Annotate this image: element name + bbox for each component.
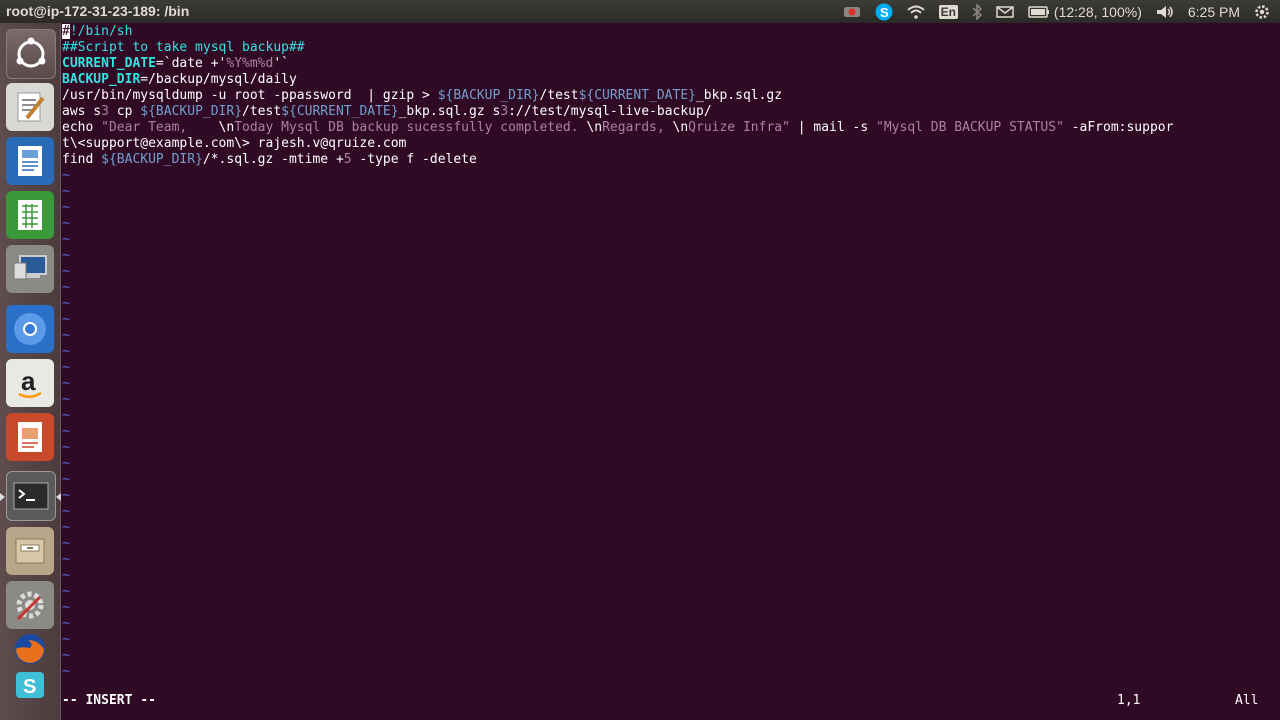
settings-icon[interactable] <box>6 581 54 629</box>
empty-line-marker: ~ <box>62 344 70 359</box>
empty-line-marker: ~ <box>62 296 70 311</box>
empty-line-marker: ~ <box>62 504 70 519</box>
editor-line-7[interactable]: echo "Dear Team, \nToday Mysql DB backup… <box>62 120 1173 136</box>
record-icon[interactable] <box>843 5 861 19</box>
svg-text:S: S <box>23 676 36 698</box>
empty-line-marker: ~ <box>62 408 70 423</box>
empty-line-marker: ~ <box>62 376 70 391</box>
editor-line-5[interactable]: /usr/bin/mysqldump -u root -ppassword | … <box>62 88 782 104</box>
empty-line-marker: ~ <box>62 648 70 663</box>
top-panel: root@ip-172-31-23-189: /bin S En (12:28,… <box>0 0 1280 23</box>
empty-line-marker: ~ <box>62 600 70 615</box>
system-tray: S En (12:28, 100%) 6:25 PM <box>836 0 1280 23</box>
firefox-icon[interactable] <box>6 629 54 669</box>
launcher: a S <box>0 23 61 720</box>
empty-line-marker: ~ <box>62 472 70 487</box>
keyboard-layout-indicator[interactable]: En <box>938 4 958 19</box>
empty-line-marker: ~ <box>62 536 70 551</box>
svg-text:a: a <box>21 366 36 396</box>
editor-line-2[interactable]: ##Script to take mysql backup## <box>62 40 305 56</box>
terminal-window[interactable]: #!/bin/sh ##Script to take mysql backup#… <box>61 23 1280 720</box>
text-editor-icon[interactable] <box>6 83 54 131</box>
vim-mode-indicator: -- INSERT -- <box>62 693 156 708</box>
chromium-icon[interactable] <box>6 305 54 353</box>
sublime-icon[interactable]: S <box>6 665 54 705</box>
empty-line-marker: ~ <box>62 232 70 247</box>
calc-icon[interactable] <box>6 191 54 239</box>
empty-line-marker: ~ <box>62 168 70 183</box>
empty-line-marker: ~ <box>62 440 70 455</box>
clock[interactable]: 6:25 PM <box>1188 4 1240 20</box>
empty-line-marker: ~ <box>62 312 70 327</box>
empty-line-marker: ~ <box>62 216 70 231</box>
empty-line-marker: ~ <box>62 488 70 503</box>
empty-line-marker: ~ <box>62 392 70 407</box>
empty-line-marker: ~ <box>62 632 70 647</box>
terminal-icon[interactable] <box>6 471 56 521</box>
empty-line-marker: ~ <box>62 184 70 199</box>
empty-line-marker: ~ <box>62 200 70 215</box>
writer-icon[interactable] <box>6 137 54 185</box>
battery-icon[interactable]: (12:28, 100%) <box>1028 4 1142 20</box>
empty-line-marker: ~ <box>62 568 70 583</box>
wifi-icon[interactable] <box>906 5 925 19</box>
empty-line-marker: ~ <box>62 456 70 471</box>
editor-line-8[interactable]: find ${BACKUP_DIR}/*.sql.gz -mtime +5 -t… <box>62 152 477 168</box>
empty-line-marker: ~ <box>62 248 70 263</box>
active-indicator <box>0 493 5 501</box>
editor-line-4[interactable]: BACKUP_DIR=/backup/mysql/daily <box>62 72 297 88</box>
svg-text:S: S <box>880 5 889 20</box>
files-icon[interactable] <box>6 527 54 575</box>
empty-line-marker: ~ <box>62 584 70 599</box>
empty-line-marker: ~ <box>62 360 70 375</box>
empty-line-marker: ~ <box>62 424 70 439</box>
volume-icon[interactable] <box>1156 5 1174 19</box>
mail-icon[interactable] <box>996 5 1014 18</box>
cursor-position: 1,1 <box>1117 693 1141 708</box>
editor-line-6[interactable]: aws s3 cp ${BACKUP_DIR}/test${CURRENT_DA… <box>62 104 712 120</box>
empty-line-marker: ~ <box>62 280 70 295</box>
battery-status: (12:28, 100%) <box>1053 3 1142 20</box>
empty-line-marker: ~ <box>62 264 70 279</box>
empty-line-marker: ~ <box>62 520 70 535</box>
amazon-icon[interactable]: a <box>6 359 54 407</box>
scroll-position: All <box>1235 693 1259 708</box>
bluetooth-icon[interactable] <box>972 3 982 20</box>
editor-line-1[interactable]: #!/bin/sh <box>62 24 132 40</box>
empty-line-marker: ~ <box>62 552 70 567</box>
empty-line-marker: ~ <box>62 328 70 343</box>
remote-desktop-icon[interactable] <box>6 245 54 293</box>
text-cursor: # <box>62 24 70 39</box>
empty-line-marker: ~ <box>62 616 70 631</box>
editor-line-3[interactable]: CURRENT_DATE=`date +'%Y%m%d'` <box>62 56 289 72</box>
impress-icon[interactable] <box>6 413 54 461</box>
empty-line-marker: ~ <box>62 664 70 679</box>
editor-line-7-wrap[interactable]: t\<support@example.com\> rajesh.v@qruize… <box>62 136 406 152</box>
power-gear-icon[interactable] <box>1254 4 1270 20</box>
skype-icon[interactable]: S <box>875 3 893 21</box>
ubuntu-dash-icon[interactable] <box>6 29 56 79</box>
window-title: root@ip-172-31-23-189: /bin <box>6 3 190 19</box>
